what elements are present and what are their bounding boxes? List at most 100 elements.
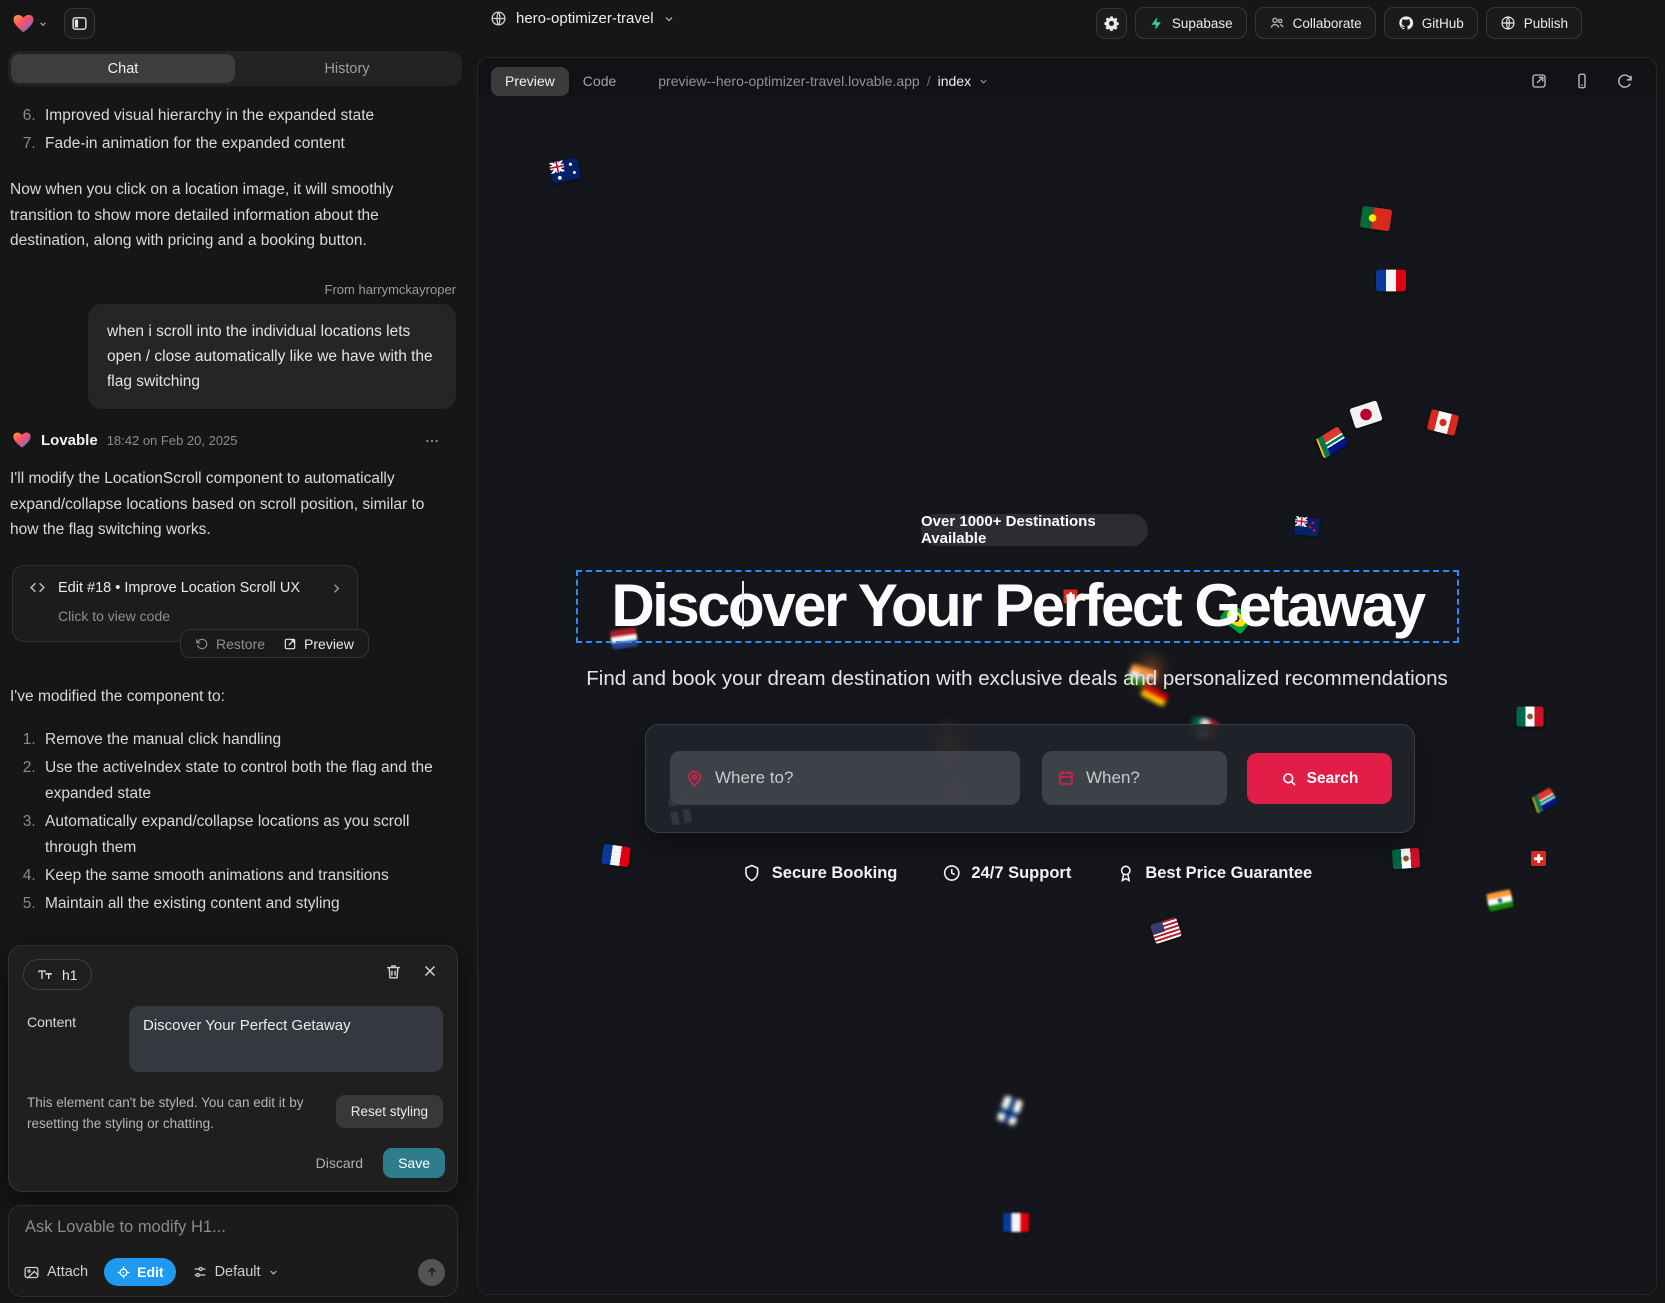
tab-chat[interactable]: Chat xyxy=(11,54,235,83)
trash-icon xyxy=(384,962,403,981)
list-item: Improved visual hierarchy in the expande… xyxy=(40,103,450,129)
globe-icon xyxy=(490,10,507,27)
chat-input[interactable] xyxy=(25,1218,441,1256)
flag-za-icon xyxy=(1313,426,1348,459)
gear-icon xyxy=(1103,15,1120,32)
sidebar-toggle-button[interactable] xyxy=(64,8,95,39)
flag-fr-icon xyxy=(1003,1213,1029,1232)
url-separator: / xyxy=(927,73,931,89)
content-label: Content xyxy=(27,1014,76,1030)
url-breadcrumb[interactable]: preview--hero-optimizer-travel.lovable.a… xyxy=(658,73,989,89)
tab-code[interactable]: Code xyxy=(569,67,630,96)
chat-panel: Chat History Improved visual hierarchy i… xyxy=(0,46,472,1303)
shield-icon xyxy=(742,863,762,883)
flag-nz-icon xyxy=(1294,516,1320,537)
chevron-down-icon xyxy=(268,1267,279,1278)
list-item: Automatically expand/collapse locations … xyxy=(40,809,450,861)
destinations-badge: Over 1000+ Destinations Available xyxy=(921,514,1148,546)
chevron-down-icon xyxy=(663,13,675,25)
tab-preview[interactable]: Preview xyxy=(491,67,569,96)
sidebar-panel-icon xyxy=(71,15,88,32)
feature-secure-booking: Secure Booking xyxy=(742,863,898,883)
send-button[interactable] xyxy=(418,1259,445,1286)
composer: Attach Edit Default xyxy=(8,1205,458,1297)
preview-button[interactable]: Preview xyxy=(283,636,354,652)
close-editor-button[interactable] xyxy=(421,962,439,980)
refresh-button[interactable] xyxy=(1616,72,1634,90)
chevron-down-icon xyxy=(978,76,989,87)
delete-element-button[interactable] xyxy=(384,962,403,981)
url-host: preview--hero-optimizer-travel.lovable.a… xyxy=(658,73,919,89)
lovable-heart-avatar-icon xyxy=(12,430,32,450)
project-name: hero-optimizer-travel xyxy=(516,10,654,27)
flag-ch-icon xyxy=(1531,851,1546,866)
feature-label: Best Price Guarantee xyxy=(1145,864,1312,883)
text-size-icon xyxy=(37,967,53,983)
user-message: when i scroll into the individual locati… xyxy=(88,304,456,409)
selected-element-pill[interactable]: h1 xyxy=(23,959,92,990)
attach-label: Attach xyxy=(47,1264,88,1280)
target-icon xyxy=(116,1265,131,1280)
when-input[interactable] xyxy=(1086,768,1212,788)
supabase-label: Supabase xyxy=(1172,16,1233,31)
assistant-paragraph: I'll modify the LocationScroll component… xyxy=(10,466,456,543)
attach-button[interactable]: Attach xyxy=(23,1264,88,1281)
flag-fr-icon xyxy=(601,844,631,868)
list-item: Fade-in animation for the expanded conte… xyxy=(40,131,450,157)
publish-button[interactable]: Publish xyxy=(1486,7,1582,39)
flag-fr-icon xyxy=(1376,270,1406,292)
lovable-logo-menu[interactable] xyxy=(12,12,48,35)
edit-card-title: Edit #18 • Improve Location Scroll UX xyxy=(58,580,300,596)
flag-pt-icon xyxy=(1360,206,1393,232)
list-item: Remove the manual click handling xyxy=(40,727,450,753)
flag-za-icon xyxy=(1530,787,1559,814)
tab-history[interactable]: History xyxy=(235,54,459,83)
sliders-icon xyxy=(192,1264,208,1280)
hero-subheading: Find and book your dream destination wit… xyxy=(586,667,1448,691)
search-button[interactable]: Search xyxy=(1247,753,1392,804)
mobile-view-button[interactable] xyxy=(1573,72,1591,90)
mode-label: Default xyxy=(215,1264,261,1280)
assistant-paragraph: Now when you click on a location image, … xyxy=(10,177,456,254)
chevron-right-icon xyxy=(329,581,344,596)
github-icon xyxy=(1398,15,1414,31)
external-link-icon xyxy=(1530,72,1548,90)
flag-jp-icon xyxy=(1349,400,1383,429)
more-options-icon[interactable] xyxy=(424,433,440,449)
restore-button[interactable]: Restore xyxy=(195,636,265,652)
mobile-icon xyxy=(1573,72,1591,90)
element-tag-label: h1 xyxy=(62,967,78,983)
feature-support: 24/7 Support xyxy=(941,863,1071,883)
when-field[interactable] xyxy=(1042,751,1227,805)
hero-heading[interactable]: Discover Your Perfect Getaway xyxy=(578,570,1457,641)
mode-selector[interactable]: Default xyxy=(192,1264,279,1280)
discard-button[interactable]: Discard xyxy=(316,1155,363,1171)
publish-label: Publish xyxy=(1524,16,1568,31)
external-link-icon xyxy=(283,637,297,651)
supabase-bolt-icon xyxy=(1149,16,1164,31)
where-field[interactable] xyxy=(670,751,1020,805)
project-menu[interactable]: hero-optimizer-travel xyxy=(490,10,675,27)
search-icon xyxy=(1281,771,1297,787)
preview-label: Preview xyxy=(304,636,354,652)
list-item: Keep the same smooth animations and tran… xyxy=(40,863,450,889)
save-button[interactable]: Save xyxy=(383,1148,445,1178)
user-attribution-label: From harrymckayroper xyxy=(325,282,456,297)
where-input[interactable] xyxy=(715,768,1005,788)
attach-image-icon xyxy=(23,1264,40,1281)
content-field[interactable]: Discover Your Perfect Getaway xyxy=(129,1006,443,1072)
code-icon xyxy=(29,579,46,596)
supabase-button[interactable]: Supabase xyxy=(1135,7,1247,39)
settings-button[interactable] xyxy=(1096,8,1127,39)
chat-history-tabs: Chat History xyxy=(8,51,462,86)
collaborate-button[interactable]: Collaborate xyxy=(1255,7,1376,39)
edit-mode-button[interactable]: Edit xyxy=(104,1258,175,1286)
reset-styling-button[interactable]: Reset styling xyxy=(336,1095,443,1128)
chevron-down-icon xyxy=(38,19,48,29)
open-in-new-tab-button[interactable] xyxy=(1530,72,1548,90)
restore-label: Restore xyxy=(216,636,265,652)
close-icon xyxy=(421,962,439,980)
github-button[interactable]: GitHub xyxy=(1384,7,1478,39)
assistant-message-header: Lovable 18:42 on Feb 20, 2025 xyxy=(12,430,456,450)
flag-in-icon xyxy=(1486,889,1514,912)
